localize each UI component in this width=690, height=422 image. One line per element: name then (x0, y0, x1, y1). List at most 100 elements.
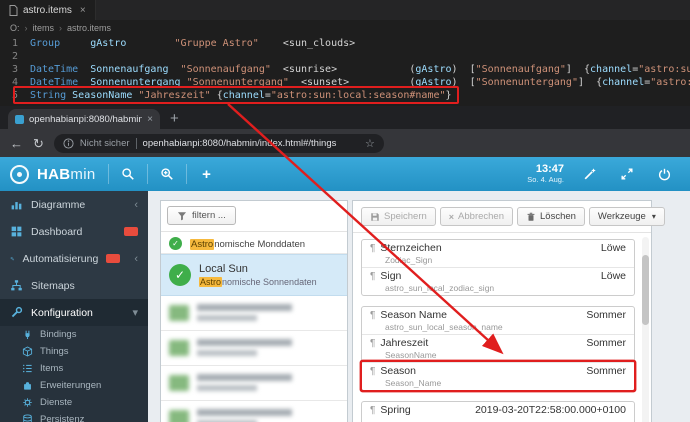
sidebar-item-diagramme[interactable]: Diagramme ‹ (0, 191, 148, 218)
filter-button[interactable]: filtern ... (167, 206, 236, 225)
habmin-body: Diagramme ‹ Dashboard Automatisierung ‹ (0, 191, 690, 422)
sidebar-item-sitemaps[interactable]: Sitemaps (0, 272, 148, 299)
channel-row[interactable]: ¶Spring2019-03-20T22:58:00.000+0100 (362, 402, 634, 422)
sidebar-subitem-bindings[interactable]: Bindings (0, 326, 148, 343)
breadcrumb-drive[interactable]: O: (10, 23, 20, 33)
power-button[interactable] (652, 162, 676, 186)
save-button[interactable]: Speichern (361, 207, 436, 226)
sidebar-subitem-things[interactable]: Things (0, 343, 148, 360)
breadcrumb[interactable]: O: › items › astro.items (0, 20, 690, 35)
pilcrow-icon: ¶ (370, 242, 375, 255)
back-button[interactable]: ← (10, 137, 23, 150)
scrollbar-track[interactable] (642, 237, 649, 422)
tab-close-icon[interactable]: × (147, 114, 153, 125)
redacted-text-line (197, 339, 292, 346)
channel-group: ¶SternzeichenLöweZodiac_Sign¶SignLöweast… (361, 239, 635, 296)
habmin-header: HABmin + 13:47 So. 4. Aug. (0, 157, 690, 191)
code-token (169, 64, 181, 75)
code-token: "astro:sun:local:rise#start" (638, 64, 690, 75)
caret-down-icon: ▾ (652, 212, 656, 221)
row-name: Season Name (380, 309, 447, 322)
cancel-button[interactable]: × Abbrechen (440, 207, 513, 226)
channel-row[interactable]: ¶SternzeichenLöweZodiac_Sign (362, 240, 634, 267)
code-token: gAstro (415, 77, 451, 88)
channel-row[interactable]: ¶SignLöweastro_sun_local_zodiac_sign (362, 267, 634, 295)
url-text[interactable]: openhabianpi:8080/habmin/index.html#/thi… (143, 138, 360, 149)
line-number: 3 (0, 63, 18, 76)
code-token: <sunset> (301, 77, 349, 88)
sidebar-subitem-label: Bindings (40, 329, 76, 340)
sidebar-subitem-erweiterungen[interactable]: Erweiterungen (0, 377, 148, 394)
browser-tab[interactable]: openhabianpi:8080/habmin/inde × (8, 109, 160, 129)
redacted-thing-text (197, 304, 292, 321)
breadcrumb-separator: › (25, 23, 28, 33)
code-line: 4DateTime Sonnenuntergang "Sonnenunterga… (0, 76, 690, 89)
sidebar-subitem-dienste[interactable]: Dienste (0, 394, 148, 411)
row-subtitle (385, 417, 626, 422)
filter-button-label: filtern ... (192, 210, 226, 221)
reload-button[interactable]: ↻ (33, 137, 44, 150)
editor-tab-title: astro.items (23, 5, 72, 16)
header-right-icons (578, 162, 676, 186)
channel-row[interactable]: ¶JahreszeitSommerSeasonName (362, 334, 634, 362)
puzzle-icon (22, 380, 33, 391)
habmin-app: HABmin + 13:47 So. 4. Aug. (0, 157, 690, 422)
tools-dropdown-button[interactable]: Werkzeuge ▾ (589, 207, 665, 226)
thing-row-local-sun[interactable]: ✓ Local Sun Astronomische Sonnendaten (161, 254, 347, 296)
close-icon[interactable]: × (80, 5, 86, 16)
site-info-icon[interactable] (63, 138, 74, 149)
row-value: 2019-03-20T22:58:00.000+0100 (475, 404, 626, 417)
row-subtitle: astro_sun_local_zodiac_sign (385, 283, 626, 293)
sidebar-item-dashboard[interactable]: Dashboard (0, 218, 148, 245)
bookmark-star-icon[interactable]: ☆ (365, 137, 375, 150)
file-icon (9, 5, 18, 16)
redacted-thing-row[interactable] (161, 331, 347, 366)
redacted-thing-text (197, 339, 292, 356)
channel-row[interactable]: ¶SeasonSommerSeason_Name (362, 362, 634, 390)
row-subtitle: Season_Name (385, 378, 626, 388)
fullscreen-button[interactable] (615, 162, 639, 186)
code-token: Group (30, 38, 60, 49)
sidebar: Diagramme ‹ Dashboard Automatisierung ‹ (0, 191, 148, 422)
tab-title: openhabianpi:8080/habmin/inde (29, 114, 142, 125)
address-bar[interactable]: Nicht sicher openhabianpi:8080/habmin/in… (54, 134, 384, 153)
redacted-thing-text (197, 409, 292, 422)
delete-button-label: Löschen (540, 211, 576, 222)
code-editor: astro.items × O: › items › astro.items 1… (0, 0, 690, 106)
code-token: Sonnenaufgang (90, 64, 168, 75)
code-area[interactable]: 1Group gAstro "Gruppe Astro" <sun_clouds… (0, 35, 690, 102)
channel-row[interactable]: ¶Season NameSommerastro_sun_local_season… (362, 307, 634, 334)
code-token: "astro:sun:local:set#start" (650, 77, 690, 88)
channel-row-header: ¶JahreszeitSommer (370, 337, 626, 350)
delete-button[interactable]: Löschen (517, 207, 585, 226)
sidebar-subitem-items[interactable]: Items (0, 360, 148, 377)
search-button[interactable] (116, 162, 140, 186)
code-line: 3DateTime Sonnenaufgang "Sonnenaufgang" … (0, 63, 690, 76)
thing-row-monddaten[interactable]: ✓ Astronomische Monddaten (161, 232, 347, 254)
magic-button[interactable] (578, 162, 602, 186)
redacted-text-line (197, 315, 257, 321)
code-token: <sunrise> (283, 64, 337, 75)
code-token: channel (590, 64, 632, 75)
clock-date: So. 4. Aug. (527, 176, 564, 185)
sidebar-subitem-persistenz[interactable]: Persistenz (0, 411, 148, 422)
redacted-thing-row[interactable] (161, 401, 347, 422)
editor-tab[interactable]: astro.items × (0, 0, 96, 20)
redacted-thing-row[interactable] (161, 296, 347, 331)
sidebar-item-automatisierung[interactable]: Automatisierung ‹ (0, 245, 148, 272)
habmin-logo (10, 165, 29, 184)
scrollbar-thumb[interactable] (642, 255, 649, 325)
new-tab-button[interactable]: + (160, 109, 189, 129)
pilcrow-icon: ¶ (370, 365, 375, 378)
add-button[interactable]: + (194, 162, 218, 186)
channel-row-header: ¶SeasonSommer (370, 365, 626, 378)
sidebar-item-konfiguration[interactable]: Konfiguration ▾ (0, 299, 148, 326)
thing-detail-panel: Speichern × Abbrechen Löschen (352, 200, 652, 422)
breadcrumb-folder[interactable]: items (33, 23, 55, 33)
breadcrumb-file[interactable]: astro.items (67, 23, 111, 33)
zoom-button[interactable] (155, 162, 179, 186)
redacted-thing-row[interactable] (161, 366, 347, 401)
search-highlight: Astro (190, 239, 214, 250)
chevron-left-icon: ‹ (134, 253, 138, 265)
code-token (458, 64, 470, 75)
